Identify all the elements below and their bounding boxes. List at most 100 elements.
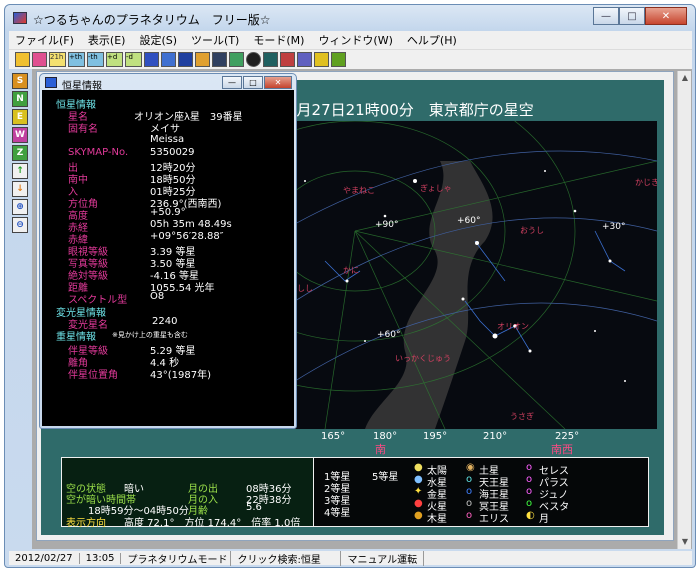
toolbar-plus-hour-button[interactable]: +th: [68, 52, 85, 67]
legend-saturn-icon: ◉: [466, 462, 475, 473]
sky-view[interactable]: +90° +60° +30° +60° やまねこ ぎょしゃ おうし オリオン い…: [134, 70, 659, 430]
maximize-button[interactable]: □: [619, 7, 645, 25]
info-icon[interactable]: [331, 52, 346, 67]
grid-icon[interactable]: [178, 52, 193, 67]
sky-chart[interactable]: +90° +60° +30° +60° やまねこ ぎょしゃ おうし オリオン い…: [134, 70, 659, 430]
dir-south: 南: [375, 443, 386, 456]
menu-file[interactable]: ファイル(F): [15, 32, 74, 48]
constellation-icon[interactable]: [161, 52, 176, 67]
menu-settings[interactable]: 設定(S): [139, 32, 177, 48]
zoom-icon[interactable]: [297, 52, 312, 67]
status-bar: 2012/02/27 13:05 プラネタリウムモード クリック検索:恒星 マニ…: [9, 550, 692, 566]
dialog-maximize-button[interactable]: □: [243, 76, 263, 89]
label-skymap: SKYMAP-No.: [68, 147, 129, 158]
label-proper-name: 固有名: [68, 124, 98, 135]
east-view-button[interactable]: E: [12, 109, 28, 125]
west-view-button[interactable]: W: [12, 127, 28, 143]
chart-icon[interactable]: [15, 52, 30, 67]
lightning-icon[interactable]: [314, 52, 329, 67]
toolbar-21h-button[interactable]: 21h: [49, 52, 66, 67]
label-position-angle: 伴星位置角: [68, 370, 118, 381]
title-bar[interactable]: ☆つるちゃんのプラネタリウム フリー版☆ — □ ✕: [5, 5, 695, 31]
value-ra: 05h 35m 48.49s: [150, 219, 232, 230]
zenith-view-button[interactable]: Z: [12, 145, 28, 161]
toolbar-minus-hour-button[interactable]: -th: [87, 52, 104, 67]
legend-venus-icon: ✦: [414, 486, 423, 497]
info-moonage-value: 5.6: [246, 502, 262, 513]
toolbar: 21h +th -th +d -d: [9, 49, 692, 69]
legend-eris: エリス: [479, 514, 509, 525]
constellation-orion: オリオン: [497, 322, 529, 331]
vertical-scrollbar[interactable]: ▲ ▼: [677, 71, 691, 549]
legend-vesta-icon: o: [526, 498, 533, 509]
value-altitude: +50.9°: [150, 207, 186, 218]
value-proper-name-en: Meissa: [150, 134, 185, 145]
menu-mode[interactable]: モード(M): [253, 32, 304, 48]
legend-moon-icon: ◐: [526, 510, 535, 521]
main-window: ☆つるちゃんのプラネタリウム フリー版☆ — □ ✕ ファイル(F) 表示(E)…: [4, 4, 696, 568]
menu-bar: ファイル(F) 表示(E) 設定(S) ツール(T) モード(M) ウィンドウ(…: [9, 31, 692, 49]
legend-moon: 月: [539, 514, 549, 525]
table-icon[interactable]: [229, 52, 244, 67]
app-icon: [13, 12, 27, 24]
legend-mag-5: 5等星: [372, 472, 399, 483]
legend-mars-icon: ●: [414, 498, 423, 509]
scroll-up-icon[interactable]: ▲: [678, 71, 692, 85]
legend-jupiter: 木星: [427, 514, 447, 525]
planet-icon[interactable]: [32, 52, 47, 67]
star-icon[interactable]: [144, 52, 159, 67]
time-icon[interactable]: [195, 52, 210, 67]
deg-210: 210°: [483, 431, 508, 442]
info-direction-label: 表示方向: [66, 518, 106, 529]
scroll-down-icon[interactable]: ▼: [678, 535, 692, 549]
alt-label-60b: +60°: [377, 330, 401, 340]
value-position-angle: 43°(1987年): [150, 370, 211, 381]
menu-tools[interactable]: ツール(T): [191, 32, 239, 48]
dialog-close-button[interactable]: ✕: [264, 76, 292, 89]
calendar-icon[interactable]: [212, 52, 227, 67]
menu-view[interactable]: 表示(E): [88, 32, 126, 48]
alt-label-90: +90°: [375, 220, 399, 230]
legend-jupiter-icon: ●: [414, 510, 423, 521]
legend-eris-icon: o: [466, 510, 473, 521]
deg-195: 195°: [423, 431, 448, 442]
sky-title: 2月27日21時00分 東京都庁の星空: [287, 101, 534, 119]
dialog-app-icon: [45, 77, 57, 88]
legend-juno-icon: o: [526, 486, 533, 497]
legend-neptune-icon: o: [466, 486, 473, 497]
minimize-button[interactable]: —: [593, 7, 619, 25]
direction-ruler: 165° 180° 195° 210° 225° 南 南西: [273, 429, 657, 456]
status-mode: プラネタリウムモード: [121, 550, 232, 566]
close-button[interactable]: ✕: [645, 7, 687, 25]
menu-help[interactable]: ヘルプ(H): [407, 32, 457, 48]
star-info-dialog: 恒星情報 — □ ✕ 恒星情報 星名 オリオン座λ星 39番星 固有名 メイサ …: [39, 73, 297, 429]
up-arrow-icon[interactable]: ↑: [12, 163, 28, 179]
toolbar-minus-day-button[interactable]: -d: [125, 52, 142, 67]
legend-uranus-icon: o: [466, 474, 473, 485]
value-proper-name: メイサ: [150, 124, 180, 135]
zoom-out-icon[interactable]: ⊖: [12, 217, 28, 233]
south-view-button[interactable]: S: [12, 73, 28, 89]
value-skymap: 5350029: [150, 147, 195, 158]
double-note: ※見かけ上の重星も含む: [112, 331, 188, 339]
zoom-in-icon[interactable]: ⊕: [12, 199, 28, 215]
legend-panel: 1等星 2等星 3等星 4等星 5等星 ● 太陽 ● 水星 ✦ 金星 ● 火星 …: [313, 457, 649, 527]
north-view-button[interactable]: N: [12, 91, 28, 107]
down-arrow-icon[interactable]: ↓: [12, 181, 28, 197]
constellation-oushi: おうし: [520, 226, 544, 235]
telescope-icon[interactable]: [263, 52, 278, 67]
alt-label-60: +60°: [457, 216, 481, 226]
constellation-kani: かに: [343, 266, 359, 275]
toolbar-plus-day-button[interactable]: +d: [106, 52, 123, 67]
alt-label-30: +30°: [602, 222, 626, 232]
constellation-gyosha: ぎょしゃ: [420, 183, 452, 193]
value-spectral: O8: [150, 291, 165, 302]
comet-icon[interactable]: [280, 52, 295, 67]
info-direction-value: 高度 72.1° 方位 174.4° 倍率 1.0倍: [124, 518, 301, 529]
legend-mercury-icon: ●: [414, 474, 423, 485]
dialog-minimize-button[interactable]: —: [222, 76, 242, 89]
legend-pallas-icon: o: [526, 474, 533, 485]
section-double: 重星情報: [56, 332, 96, 343]
dot-icon[interactable]: [246, 52, 261, 67]
menu-window[interactable]: ウィンドウ(W): [318, 32, 392, 48]
